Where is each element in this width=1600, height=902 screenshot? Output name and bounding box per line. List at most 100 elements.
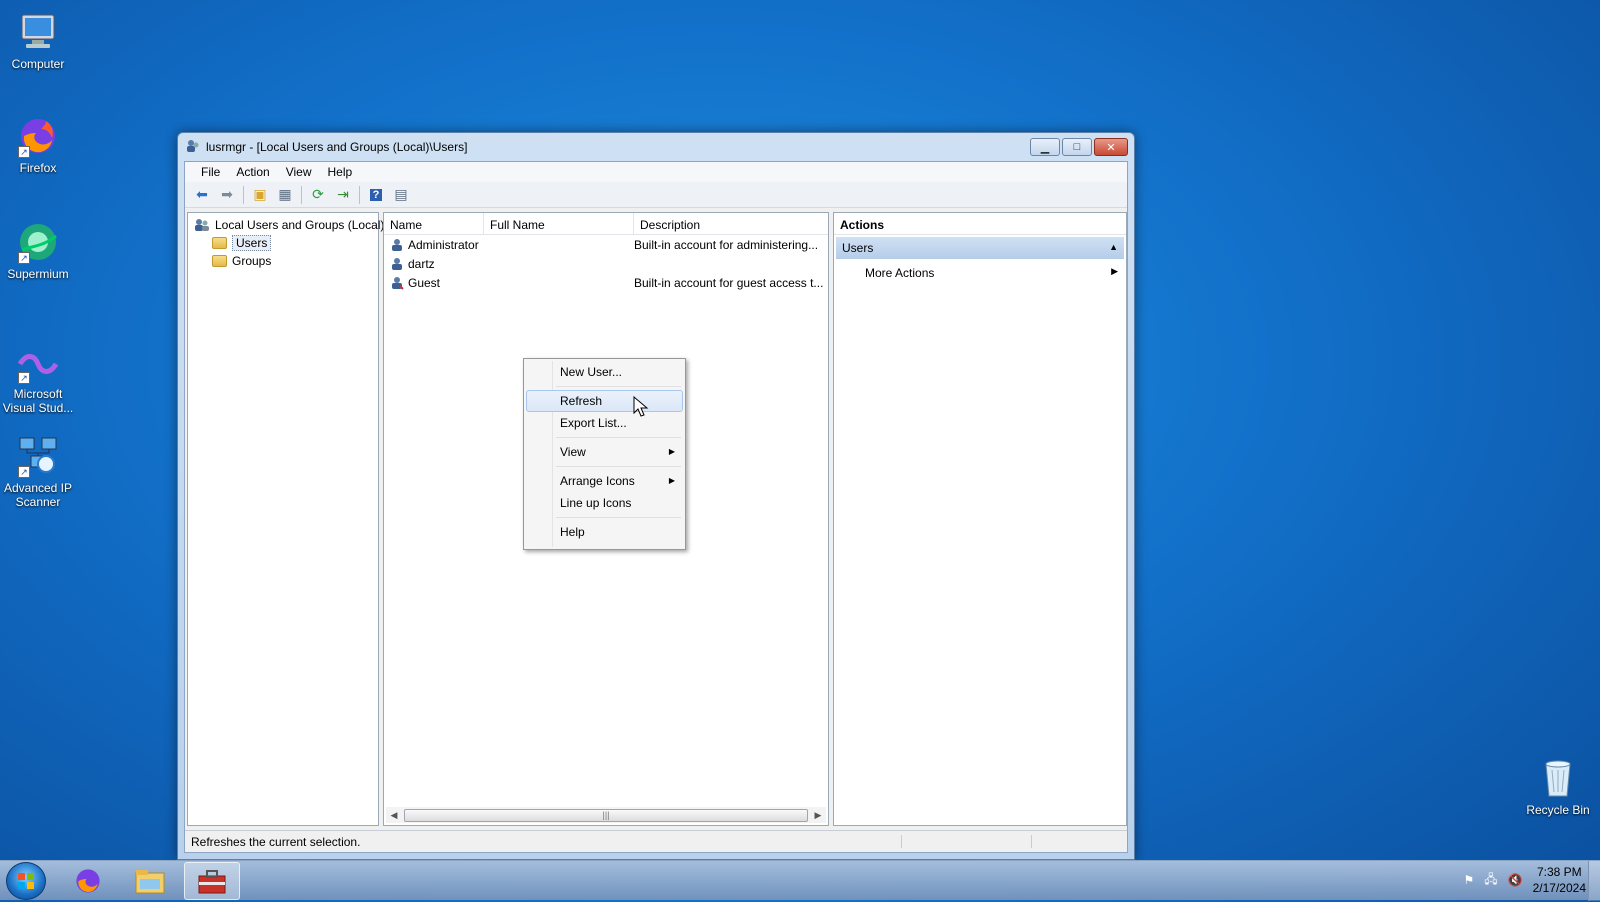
- export-list-button[interactable]: ⇥: [332, 185, 354, 205]
- toolbar-separator: [243, 185, 244, 204]
- mouse-cursor-icon: [633, 396, 649, 417]
- desktop-icon-recycle-bin[interactable]: Recycle Bin: [1518, 756, 1598, 817]
- more-actions-item[interactable]: More Actions ▶: [834, 261, 1126, 283]
- toolbar-separator: [359, 185, 360, 204]
- clock-time: 7:38 PM: [1536, 865, 1582, 879]
- scroll-left-icon[interactable]: ◀: [386, 810, 402, 821]
- desktop-icon-advanced-ip-scanner[interactable]: ↗ Advanced IP Scanner: [0, 434, 78, 509]
- column-header-full-name[interactable]: Full Name: [484, 213, 634, 234]
- console-tree-icon: ▦: [278, 186, 292, 202]
- menu-file[interactable]: File: [193, 163, 228, 181]
- computer-icon: [16, 10, 60, 54]
- windows-logo-icon: [18, 873, 34, 889]
- menu-separator: [556, 466, 681, 467]
- forward-button[interactable]: ➡: [216, 185, 238, 205]
- taskbar-firefox[interactable]: [60, 862, 116, 900]
- console-tree: Local Users and Groups (Local) Users Gro…: [187, 212, 384, 826]
- help-button[interactable]: ?: [365, 185, 387, 205]
- collapse-triangle-icon[interactable]: ▲: [1109, 242, 1118, 252]
- show-hide-action-pane-button[interactable]: ▤: [390, 185, 412, 205]
- table-row[interactable]: dartz: [384, 254, 828, 273]
- actions-section-users[interactable]: Users ▲: [836, 237, 1124, 259]
- desktop-icon-visual-studio[interactable]: ↗ Microsoft Visual Stud...: [0, 340, 78, 415]
- menu-separator: [556, 386, 681, 387]
- tree-root-label: Local Users and Groups (Local): [215, 218, 385, 232]
- menu-item-line-up-icons[interactable]: Line up Icons: [526, 492, 683, 514]
- refresh-button[interactable]: ⟳: [307, 185, 329, 205]
- desktop-icon-label: Microsoft Visual Stud...: [2, 387, 74, 415]
- toolbar: ⬅ ➡ ▣ ▦ ⟳ ⇥ ? ▤: [185, 182, 1127, 208]
- taskbar-lusrmgr[interactable]: [184, 862, 240, 900]
- menu-item-help[interactable]: Help: [526, 521, 683, 543]
- tree-item-users[interactable]: Users: [188, 234, 378, 252]
- action-center-flag-icon[interactable]: ⚑: [1464, 873, 1475, 887]
- menu-item-export-list[interactable]: Export List...: [526, 412, 683, 434]
- toolbar-separator: [301, 185, 302, 204]
- submenu-arrow-icon: ▶: [668, 447, 675, 456]
- file-explorer-icon: [135, 870, 165, 894]
- network-scanner-icon: ↗: [16, 434, 60, 478]
- close-icon: ✕: [1106, 141, 1116, 154]
- submenu-arrow-icon: ▶: [1111, 266, 1118, 276]
- user-icon: [390, 257, 404, 271]
- menu-item-view[interactable]: View ▶: [526, 441, 683, 463]
- table-row[interactable]: Guest Built-in account for guest access …: [384, 273, 828, 292]
- up-level-button[interactable]: ▣: [249, 185, 271, 205]
- close-button[interactable]: ✕: [1094, 138, 1128, 156]
- menu-action[interactable]: Action: [228, 163, 277, 181]
- firefox-icon: ↗: [16, 114, 60, 158]
- menu-help[interactable]: Help: [320, 163, 361, 181]
- menu-item-arrange-icons[interactable]: Arrange Icons ▶: [526, 470, 683, 492]
- user-icon: [390, 238, 404, 252]
- desktop-icon-supermium[interactable]: ↗ Supermium: [0, 220, 78, 281]
- horizontal-scrollbar[interactable]: ◀ ||| ▶: [386, 807, 826, 823]
- show-desktop-button[interactable]: [1588, 861, 1600, 901]
- menu-item-new-user[interactable]: New User...: [526, 361, 683, 383]
- column-header-name[interactable]: Name: [384, 213, 484, 234]
- folder-icon: [212, 237, 227, 249]
- maximize-button[interactable]: □: [1062, 138, 1092, 156]
- start-button[interactable]: [6, 862, 46, 900]
- user-description: Built-in account for guest access t...: [634, 275, 824, 290]
- scroll-right-icon[interactable]: ▶: [810, 810, 826, 821]
- window-titlebar[interactable]: lusrmgr - [Local Users and Groups (Local…: [178, 133, 1134, 159]
- context-menu: New User... Refresh Export List... View …: [523, 358, 686, 550]
- tree-root[interactable]: Local Users and Groups (Local): [188, 216, 384, 234]
- action-pane-icon: ▤: [394, 186, 408, 202]
- folder-icon: [212, 255, 227, 267]
- users-groups-icon: [194, 218, 210, 232]
- supermium-icon: ↗: [16, 220, 60, 264]
- back-button[interactable]: ⬅: [191, 185, 213, 205]
- actions-pane: Actions Users ▲ More Actions ▶: [833, 212, 1127, 826]
- system-tray: ⚑ 🖧 🔇 7:38 PM 2/17/2024: [1464, 864, 1587, 896]
- taskbar-explorer[interactable]: [122, 862, 178, 900]
- desktop-icon-label: Advanced IP Scanner: [3, 481, 73, 509]
- status-bar: Refreshes the current selection.: [185, 830, 1127, 852]
- actions-section-label: Users: [842, 241, 874, 255]
- shortcut-arrow-icon: ↗: [18, 252, 30, 264]
- table-row[interactable]: Administrator Built-in account for admin…: [384, 235, 828, 254]
- tree-item-groups[interactable]: Groups: [188, 252, 378, 270]
- user-name: Administrator: [408, 237, 479, 252]
- show-hide-tree-button[interactable]: ▦: [274, 185, 296, 205]
- menu-separator: [556, 517, 681, 518]
- back-arrow-icon: ⬅: [196, 186, 208, 202]
- clock-date: 2/17/2024: [1532, 881, 1586, 895]
- user-name: Guest: [408, 275, 441, 290]
- scrollbar-thumb[interactable]: |||: [404, 808, 808, 822]
- minimize-button[interactable]: ▁: [1030, 138, 1060, 156]
- desktop-icon-computer[interactable]: Computer: [0, 10, 78, 71]
- menu-item-label: Arrange Icons: [560, 474, 635, 488]
- volume-muted-icon[interactable]: 🔇: [1508, 873, 1523, 887]
- menu-item-refresh[interactable]: Refresh: [526, 390, 683, 412]
- menu-view[interactable]: View: [278, 163, 320, 181]
- desktop-icon-firefox[interactable]: ↗ Firefox: [0, 114, 78, 175]
- tree-item-label: Groups: [232, 254, 272, 268]
- column-header-description[interactable]: Description: [634, 213, 824, 234]
- network-icon[interactable]: 🖧: [1484, 870, 1497, 891]
- menu-item-label: View: [560, 445, 586, 459]
- clock[interactable]: 7:38 PM 2/17/2024: [1533, 864, 1586, 896]
- menu-separator: [556, 437, 681, 438]
- menu-bar: File Action View Help: [185, 162, 1127, 182]
- tree-item-label: Users: [232, 235, 272, 251]
